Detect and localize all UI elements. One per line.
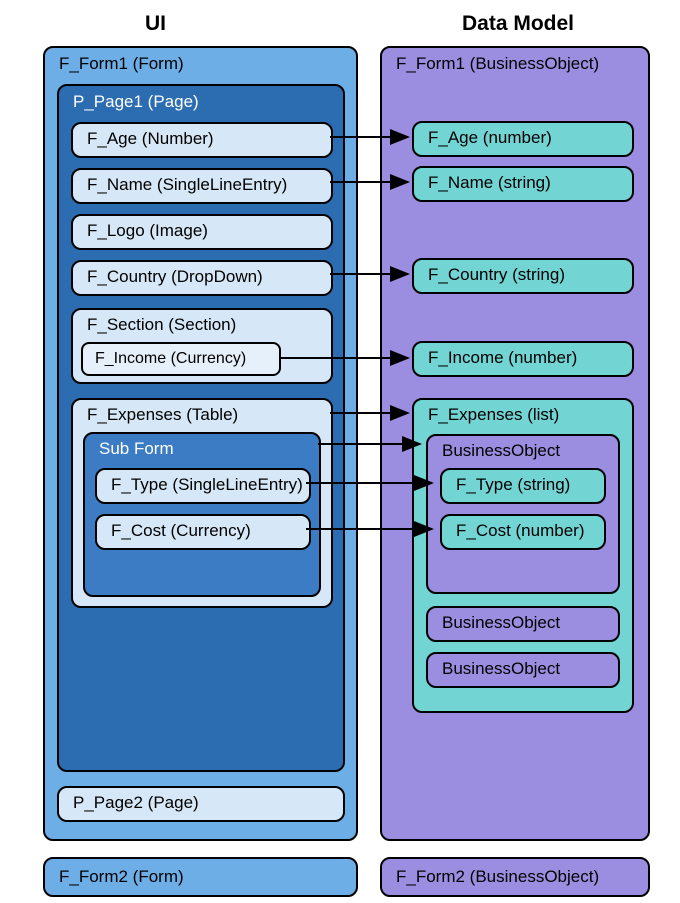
subform-label: Sub Form <box>99 439 174 458</box>
section-label: F_Section (Section) <box>87 315 236 334</box>
form1-label: F_Form1 (Form) <box>59 54 356 74</box>
page1-label: P_Page1 (Page) <box>73 92 343 112</box>
bo-expenses-label: F_Expenses (list) <box>428 405 559 424</box>
bo-country-label: F_Country (string) <box>428 265 565 284</box>
field-cost: F_Cost (Currency) <box>95 514 311 550</box>
bo-age: F_Age (number) <box>412 121 634 157</box>
form2-label: F_Form2 (Form) <box>59 867 184 886</box>
field-age: F_Age (Number) <box>71 122 333 158</box>
field-logo-label: F_Logo (Image) <box>87 221 208 240</box>
bo-country: F_Country (string) <box>412 258 634 294</box>
form2-box: F_Form2 (Form) <box>43 857 358 897</box>
field-logo: F_Logo (Image) <box>71 214 333 250</box>
bo-cost: F_Cost (number) <box>440 514 606 550</box>
bo-type: F_Type (string) <box>440 468 606 504</box>
bo-item-1-label: BusinessObject <box>442 441 560 460</box>
form2-bo-label: F_Form2 (BusinessObject) <box>396 867 599 886</box>
section-box: F_Section (Section) F_Income (Currency) <box>71 308 333 384</box>
page2-box: P_Page2 (Page) <box>57 786 345 822</box>
subform-box: Sub Form F_Type (SingleLineEntry) F_Cost… <box>83 432 321 597</box>
expenses-table-box: F_Expenses (Table) Sub Form F_Type (Sing… <box>71 398 333 608</box>
form1-box: F_Form1 (Form) P_Page1 (Page) F_Age (Num… <box>43 46 358 841</box>
form1-bo-box: F_Form1 (BusinessObject) F_Age (number) … <box>380 46 650 841</box>
bo-age-label: F_Age (number) <box>428 128 552 147</box>
bo-name-label: F_Name (string) <box>428 173 551 192</box>
field-country: F_Country (DropDown) <box>71 260 333 296</box>
field-name-label: F_Name (SingleLineEntry) <box>87 175 287 194</box>
bo-name: F_Name (string) <box>412 166 634 202</box>
form2-bo-box: F_Form2 (BusinessObject) <box>380 857 650 897</box>
field-country-label: F_Country (DropDown) <box>87 267 263 286</box>
form1-bo-label: F_Form1 (BusinessObject) <box>396 54 648 74</box>
field-income-label: F_Income (Currency) <box>95 350 246 367</box>
bo-item-3-label: BusinessObject <box>442 659 560 678</box>
field-cost-label: F_Cost (Currency) <box>111 521 251 540</box>
data-model-header: Data Model <box>462 12 574 36</box>
bo-cost-label: F_Cost (number) <box>456 521 584 540</box>
expenses-table-label: F_Expenses (Table) <box>87 405 238 424</box>
field-age-label: F_Age (Number) <box>87 129 214 148</box>
bo-expenses-list: F_Expenses (list) BusinessObject F_Type … <box>412 398 634 713</box>
page1-box: P_Page1 (Page) F_Age (Number) F_Name (Si… <box>57 84 345 772</box>
bo-item-2-label: BusinessObject <box>442 613 560 632</box>
field-name: F_Name (SingleLineEntry) <box>71 168 333 204</box>
field-type: F_Type (SingleLineEntry) <box>95 468 311 504</box>
page2-label: P_Page2 (Page) <box>73 793 199 812</box>
field-type-label: F_Type (SingleLineEntry) <box>111 475 303 494</box>
bo-item-2: BusinessObject <box>426 606 620 642</box>
field-income: F_Income (Currency) <box>81 342 281 376</box>
bo-item-1: BusinessObject F_Type (string) F_Cost (n… <box>426 434 620 594</box>
bo-income-label: F_Income (number) <box>428 348 577 367</box>
ui-header: UI <box>145 12 166 36</box>
bo-item-3: BusinessObject <box>426 652 620 688</box>
bo-type-label: F_Type (string) <box>456 475 570 494</box>
bo-income: F_Income (number) <box>412 341 634 377</box>
